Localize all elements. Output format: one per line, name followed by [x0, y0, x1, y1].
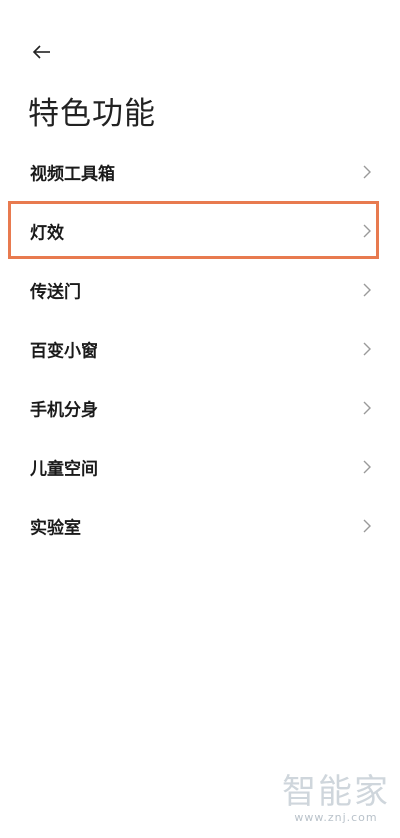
arrow-left-icon: [32, 45, 50, 59]
chevron-right-icon: [363, 224, 371, 237]
menu-item-lab[interactable]: 实验室: [0, 496, 400, 555]
menu-item-label: 儿童空间: [30, 459, 98, 479]
menu-item-label: 实验室: [30, 518, 81, 538]
chevron-right-icon: [363, 165, 371, 178]
chevron-right-icon: [363, 519, 371, 532]
chevron-right-icon: [363, 342, 371, 355]
watermark-logo-text: 智能家: [282, 772, 390, 812]
back-button[interactable]: [28, 40, 56, 64]
watermark-url: www.znj.com: [294, 811, 378, 824]
chevron-right-icon: [363, 283, 371, 296]
menu-item-floating-window[interactable]: 百变小窗: [0, 319, 400, 378]
menu-item-second-space[interactable]: 手机分身: [0, 378, 400, 437]
menu-item-portal[interactable]: 传送门: [0, 260, 400, 319]
menu-item-label: 传送门: [30, 282, 81, 302]
watermark: 智能家 www.znj.com: [282, 773, 390, 824]
chevron-right-icon: [363, 460, 371, 473]
page-title: 特色功能: [28, 96, 156, 132]
menu-item-label: 百变小窗: [30, 341, 98, 361]
menu-item-video-toolbox[interactable]: 视频工具箱: [0, 142, 400, 201]
menu-item-label: 视频工具箱: [30, 164, 115, 184]
menu-item-label: 手机分身: [30, 400, 98, 420]
feature-settings-page: 特色功能 视频工具箱 灯效 传送门 百变小窗 手机分身 儿童空间 实验室 智能家…: [0, 0, 400, 838]
menu-item-light-effects[interactable]: 灯效: [0, 201, 400, 260]
feature-menu: 视频工具箱 灯效 传送门 百变小窗 手机分身 儿童空间 实验室: [0, 142, 400, 555]
chevron-right-icon: [363, 401, 371, 414]
menu-item-kids-space[interactable]: 儿童空间: [0, 437, 400, 496]
menu-item-label: 灯效: [30, 223, 64, 243]
